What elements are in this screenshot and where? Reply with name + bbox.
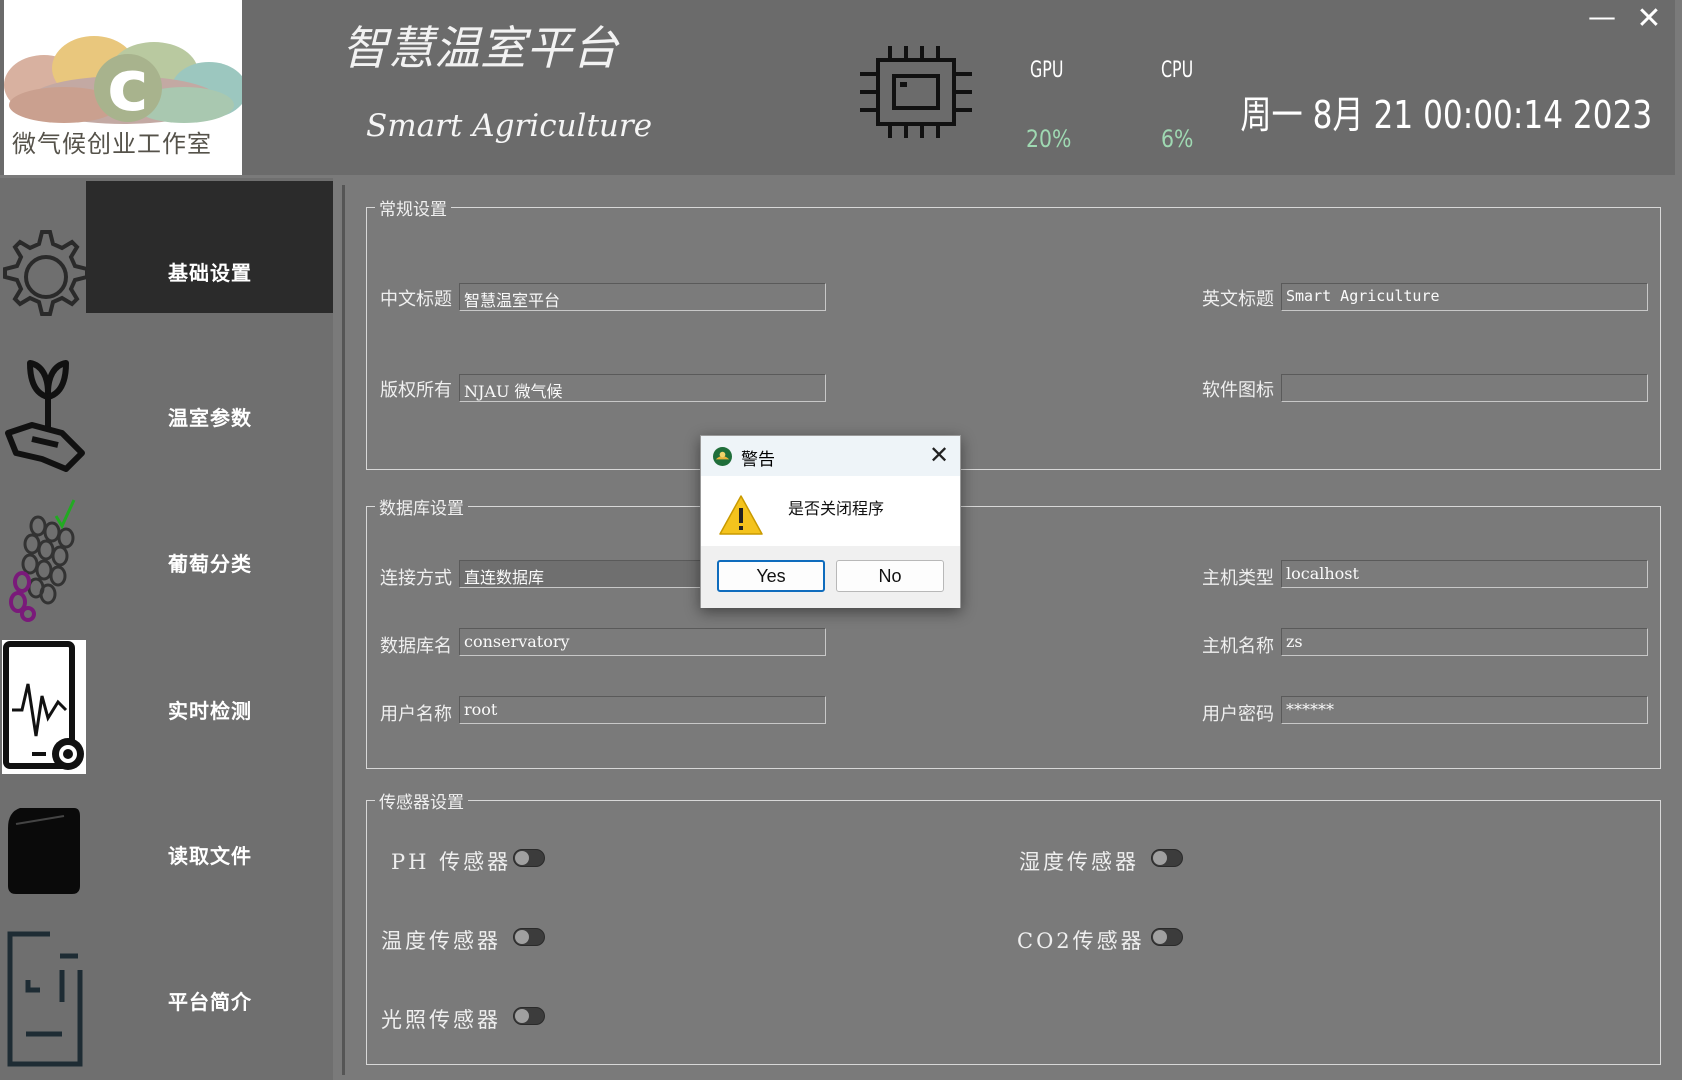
- sensor-settings-group: 传感器设置: [366, 788, 1661, 1065]
- warning-icon: [719, 495, 763, 535]
- sidebar: 基础设置 温室参数 葡萄分类 实时检测 读取文件 平台简介: [0, 178, 333, 1080]
- app-title-en: Smart Agriculture: [366, 108, 653, 144]
- connection-label: 连接方式: [380, 568, 452, 589]
- datetime-display: 周一 8月 21 00:00:14 2023: [1240, 93, 1652, 137]
- active-highlight: [86, 181, 333, 313]
- humidity-sensor-toggle[interactable]: [1151, 849, 1183, 867]
- app-icon: [713, 447, 732, 466]
- sidebar-item-label[interactable]: 实时检测: [168, 695, 252, 724]
- software-icon-label: 软件图标: [1202, 380, 1274, 401]
- cn-title-label: 中文标题: [380, 289, 452, 310]
- host-name-label: 主机名称: [1202, 636, 1274, 657]
- co2-sensor-label: CO2传感器: [1017, 929, 1145, 953]
- logo-letter: c: [107, 45, 149, 127]
- en-title-input[interactable]: Smart Agriculture: [1281, 283, 1648, 311]
- dialog-title: 警告: [741, 450, 775, 470]
- cpu-label: CPU: [1161, 58, 1194, 83]
- username-input[interactable]: root: [459, 696, 826, 724]
- cpu-value: 6%: [1161, 125, 1194, 153]
- close-window-button[interactable]: ✕: [1636, 4, 1662, 34]
- app-window: c 微气候创业工作室 智慧温室平台 Smart Agriculture GPU …: [0, 0, 1682, 1080]
- gear-icon: [2, 208, 89, 332]
- temperature-sensor-label: 温度传感器: [381, 929, 501, 953]
- document-icon: [2, 930, 86, 1067]
- yes-button[interactable]: Yes: [717, 560, 825, 592]
- minimize-button[interactable]: —: [1588, 3, 1616, 32]
- gpu-value: 20%: [1026, 125, 1072, 153]
- grape-icon: [2, 498, 86, 622]
- db-name-input[interactable]: conservatory: [459, 628, 826, 656]
- sidebar-item-label[interactable]: 葡萄分类: [168, 548, 252, 577]
- studio-logo: c 微气候创业工作室: [4, 0, 242, 175]
- app-title-cn: 智慧温室平台: [342, 21, 618, 75]
- password-input[interactable]: ******: [1281, 696, 1648, 724]
- monitor-icon: [2, 640, 86, 774]
- dialog-close-icon[interactable]: ✕: [925, 441, 953, 469]
- copyright-label: 版权所有: [380, 380, 452, 401]
- sidebar-divider: [342, 185, 345, 1075]
- header-bar: c 微气候创业工作室 智慧温室平台 Smart Agriculture GPU …: [0, 0, 1675, 175]
- humidity-sensor-label: 湿度传感器: [1019, 850, 1139, 874]
- file-icon: [2, 798, 86, 922]
- en-title-label: 英文标题: [1202, 289, 1274, 310]
- warning-dialog: 警告 ✕ 是否关闭程序 Yes No: [700, 435, 961, 608]
- username-label: 用户名称: [380, 704, 452, 725]
- sidebar-item-label[interactable]: 基础设置: [168, 257, 252, 286]
- group-title: 常规设置: [375, 195, 451, 220]
- sidebar-item-label[interactable]: 读取文件: [168, 840, 252, 869]
- group-title: 数据库设置: [375, 494, 468, 519]
- password-label: 用户密码: [1202, 704, 1274, 725]
- group-title: 传感器设置: [375, 788, 468, 813]
- chip-icon: [860, 46, 972, 142]
- sidebar-item-label[interactable]: 温室参数: [168, 402, 252, 431]
- dialog-message: 是否关闭程序: [788, 499, 885, 518]
- co2-sensor-toggle[interactable]: [1151, 928, 1183, 946]
- host-type-input[interactable]: localhost: [1281, 560, 1648, 588]
- logo-caption: 微气候创业工作室: [12, 130, 212, 158]
- general-settings-group: 常规设置: [366, 195, 1661, 470]
- plant-hand-icon: [2, 353, 86, 477]
- no-button[interactable]: No: [836, 560, 944, 592]
- cn-title-input[interactable]: 智慧温室平台: [459, 283, 826, 311]
- dialog-titlebar: 警告 ✕: [701, 436, 960, 476]
- light-sensor-toggle[interactable]: [513, 1007, 545, 1025]
- copyright-input[interactable]: NJAU 微气候: [459, 374, 826, 402]
- light-sensor-label: 光照传感器: [381, 1008, 501, 1032]
- temperature-sensor-toggle[interactable]: [513, 928, 545, 946]
- ph-sensor-toggle[interactable]: [513, 849, 545, 867]
- sidebar-item-label[interactable]: 平台简介: [168, 986, 252, 1015]
- host-name-input[interactable]: zs: [1281, 628, 1648, 656]
- ph-sensor-label: PH 传感器: [391, 850, 512, 874]
- host-type-label: 主机类型: [1202, 568, 1274, 589]
- gpu-label: GPU: [1030, 58, 1064, 83]
- software-icon-input[interactable]: [1281, 374, 1648, 402]
- db-name-label: 数据库名: [380, 636, 452, 657]
